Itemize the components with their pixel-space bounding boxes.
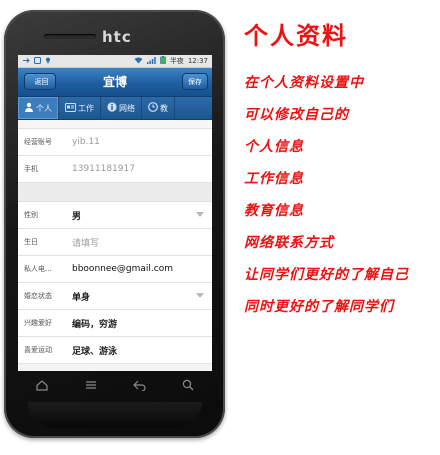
title-bar: 返回 宜博 保存	[18, 68, 212, 97]
profile-form: 经营账号 yib.11 手机 13911181917 性别 男 生日 请填写 私…	[18, 120, 212, 364]
person-icon	[24, 102, 34, 114]
tab-label: 工作	[78, 103, 94, 113]
tab-label: 网络	[119, 103, 135, 113]
hardware-buttons	[18, 374, 212, 396]
note-line: 让同学们更好的了解自己	[244, 267, 409, 283]
gender-value: 男	[72, 211, 82, 222]
tab-label: 教	[160, 103, 168, 113]
chevron-down-icon[interactable]	[196, 212, 204, 217]
form-row-birthday[interactable]: 生日 请填写	[18, 229, 212, 256]
note-line: 同时更好的了解同学们	[244, 299, 394, 315]
section-divider	[18, 183, 212, 202]
tab-label: 个人	[36, 103, 52, 113]
field-label: 手机	[24, 165, 38, 173]
location-icon	[45, 57, 51, 66]
info-icon	[107, 102, 117, 114]
status-bar: 半夜 12:37	[18, 55, 212, 68]
phone-screen: 半夜 12:37 返回 宜博 保存 个人 工作 网络 教 经营账号 yib.11…	[18, 55, 212, 371]
note-line: 个人信息	[244, 139, 304, 155]
form-row-email[interactable]: 私人电... bboonnee@gmail.com	[18, 256, 212, 283]
note-line: 网络联系方式	[244, 235, 334, 251]
birthday-placeholder: 请填写	[72, 238, 100, 249]
tab-work[interactable]: 工作	[59, 97, 101, 119]
tab-network[interactable]: 网络	[101, 97, 142, 119]
note-line: 教育信息	[244, 203, 304, 219]
search-icon[interactable]	[179, 376, 197, 394]
menu-icon[interactable]	[82, 376, 100, 394]
status-time: 12:37	[187, 57, 208, 65]
sports-value: 足球、游泳	[72, 346, 118, 357]
tab-personal[interactable]: 个人	[18, 97, 59, 119]
phone-value: 13911181917	[72, 164, 135, 174]
notes-title: 个人资料	[244, 21, 348, 50]
tab-bar: 个人 工作 网络 教	[18, 97, 212, 120]
form-row-account[interactable]: 经营账号 yib.11	[18, 129, 212, 156]
form-row-hobbies[interactable]: 兴趣爱好 编码，穷游	[18, 310, 212, 337]
note-line: 在个人资料设置中	[244, 75, 364, 91]
form-row-gender[interactable]: 性别 男	[18, 202, 212, 229]
earpiece	[44, 34, 96, 39]
note-line: 可以修改自己的	[244, 107, 349, 123]
battery-icon	[160, 56, 166, 66]
carrier-label: 半夜	[169, 57, 184, 65]
notification-icon	[34, 56, 41, 66]
form-row-phone[interactable]: 手机 13911181917	[18, 156, 212, 183]
account-value: yib.11	[72, 137, 100, 147]
form-row-marital[interactable]: 婚恋状态 单身	[18, 283, 212, 310]
back-arrow-icon[interactable]	[130, 376, 148, 394]
field-label: 生日	[24, 238, 38, 246]
phone-chin	[28, 402, 202, 428]
home-icon[interactable]	[33, 376, 51, 394]
hobbies-value: 编码，穷游	[72, 319, 118, 330]
field-label: 性别	[24, 211, 38, 219]
note-line: 工作信息	[244, 171, 304, 187]
marital-value: 单身	[72, 292, 91, 303]
usb-icon	[22, 57, 30, 66]
email-value: bboonnee@gmail.com	[72, 264, 173, 274]
chevron-down-icon[interactable]	[196, 293, 204, 298]
field-label: 兴趣爱好	[24, 319, 52, 327]
htc-logo: htc	[102, 28, 132, 46]
signal-icon	[146, 56, 156, 66]
phone-frame: htc 半夜 12:37 返回 宜博 保存 个人 工作 网络 教 经营账号 yi…	[4, 10, 225, 438]
tab-education[interactable]: 教	[142, 97, 175, 119]
field-label: 喜爱运动	[24, 346, 52, 354]
save-button[interactable]: 保存	[182, 73, 208, 90]
field-label: 经营账号	[24, 138, 52, 146]
card-icon	[65, 102, 76, 114]
field-label: 私人电...	[24, 265, 52, 273]
form-row-sports[interactable]: 喜爱运动 足球、游泳	[18, 337, 212, 364]
field-label: 婚恋状态	[24, 292, 52, 300]
clock-icon	[148, 102, 158, 114]
wifi-icon	[134, 56, 143, 66]
section-divider	[18, 120, 212, 129]
